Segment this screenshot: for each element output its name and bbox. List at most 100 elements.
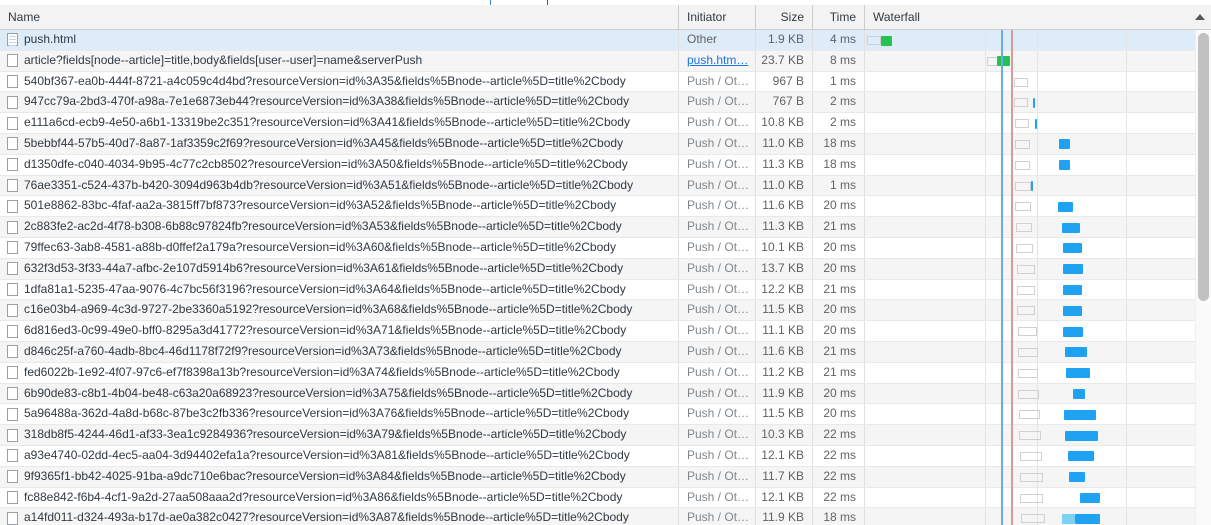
column-header-time[interactable]: Time: [813, 5, 865, 29]
cell-name[interactable]: 318db8f5-4244-46d1-af33-3ea1c9284936?res…: [0, 425, 679, 445]
cell-name[interactable]: a14fd011-d324-493a-b17d-ae0a382c0427?res…: [0, 508, 679, 525]
cell-waterfall[interactable]: [865, 362, 1211, 383]
cell-name[interactable]: fc88e842-f6b4-4cf1-9a2d-27aa508aaa2d?res…: [0, 487, 679, 508]
request-name-label: fc88e842-f6b4-4cf1-9a2d-27aa508aaa2d?res…: [24, 489, 623, 504]
cell-waterfall[interactable]: [865, 217, 1211, 237]
cell-waterfall[interactable]: [865, 279, 1211, 300]
cell-waterfall[interactable]: [865, 404, 1211, 425]
column-header-waterfall[interactable]: Waterfall: [865, 5, 1211, 29]
table-row[interactable]: e111a6cd-ecb9-4e50-a6b1-13319be2c351?res…: [0, 113, 1211, 134]
table-row[interactable]: d846c25f-a760-4adb-8bc4-46d1178f72f9?res…: [0, 341, 1211, 363]
cell-name[interactable]: 79ffec63-3ab8-4581-a88b-d0ffef2a179a?res…: [0, 237, 679, 258]
cell-waterfall[interactable]: [865, 445, 1211, 466]
cell-waterfall[interactable]: [865, 92, 1211, 113]
cell-name[interactable]: 501e8862-83bc-4faf-aa2a-3815ff7bf873?res…: [0, 196, 679, 217]
table-row[interactable]: 1dfa81a1-5235-47aa-9076-4c7bc56f3196?res…: [0, 279, 1211, 301]
table-row[interactable]: 540bf367-ea0b-444f-8721-a4c059c4d4bd?res…: [0, 71, 1211, 93]
table-row[interactable]: d1350dfe-c040-4034-9b95-4c77c2cb8502?res…: [0, 154, 1211, 176]
cell-name[interactable]: 1dfa81a1-5235-47aa-9076-4c7bc56f3196?res…: [0, 279, 679, 300]
cell-waterfall[interactable]: [865, 487, 1211, 508]
cell-waterfall[interactable]: [865, 425, 1211, 445]
cell-waterfall[interactable]: [865, 383, 1211, 404]
cell-waterfall[interactable]: [865, 50, 1211, 71]
cell-name[interactable]: article?fields[node--article]=title,body…: [0, 50, 679, 71]
cell-waterfall[interactable]: [865, 71, 1211, 92]
cell-waterfall[interactable]: [865, 133, 1211, 154]
table-row[interactable]: a14fd011-d324-493a-b17d-ae0a382c0427?res…: [0, 508, 1211, 525]
cell-time: 21 ms: [813, 279, 865, 300]
cell-name[interactable]: d1350dfe-c040-4034-9b95-4c77c2cb8502?res…: [0, 154, 679, 175]
blank-icon: [7, 199, 18, 213]
cell-name[interactable]: 5bebbf44-57b5-40d7-8a87-1af3359c2f69?res…: [0, 133, 679, 154]
table-row[interactable]: 318db8f5-4244-46d1-af33-3ea1c9284936?res…: [0, 425, 1211, 446]
cell-initiator: Push / Ot…: [679, 279, 756, 300]
table-row[interactable]: 5a96488a-362d-4a8d-b68c-87be3c2fb336?res…: [0, 404, 1211, 426]
column-header-name[interactable]: Name: [0, 5, 679, 29]
cell-name[interactable]: 6d816ed3-0c99-49e0-bff0-8295a3d41772?res…: [0, 321, 679, 341]
cell-waterfall[interactable]: [865, 321, 1211, 341]
cell-waterfall[interactable]: [865, 508, 1211, 525]
table-row[interactable]: push.html Other 1.9 KB 4 ms: [0, 30, 1211, 51]
network-request-table: Name Initiator Size Time Waterfall push.html…: [0, 5, 1211, 525]
cell-time: 8 ms: [813, 50, 865, 71]
blank-icon: [7, 303, 18, 317]
column-header-size[interactable]: Size: [756, 5, 813, 29]
cell-name[interactable]: d846c25f-a760-4adb-8bc4-46d1178f72f9?res…: [0, 341, 679, 362]
cell-waterfall[interactable]: [865, 30, 1211, 50]
cell-time: 21 ms: [813, 362, 865, 383]
cell-initiator: Push / Ot…: [679, 445, 756, 466]
table-row[interactable]: 947cc79a-2bd3-470f-a98a-7e1e6873eb44?res…: [0, 92, 1211, 114]
waterfall-download-segment: [1075, 513, 1100, 524]
waterfall-queue-segment: [1017, 285, 1035, 295]
table-row[interactable]: 5bebbf44-57b5-40d7-8a87-1af3359c2f69?res…: [0, 133, 1211, 155]
table-row[interactable]: c16e03b4-a969-4c3d-9727-2be3360a5192?res…: [0, 300, 1211, 322]
waterfall-download-segment: [1031, 181, 1033, 192]
column-header-initiator[interactable]: Initiator: [679, 5, 756, 29]
cell-name[interactable]: 540bf367-ea0b-444f-8721-a4c059c4d4bd?res…: [0, 71, 679, 92]
table-row[interactable]: 6d816ed3-0c99-49e0-bff0-8295a3d41772?res…: [0, 321, 1211, 342]
scrollbar-thumb[interactable]: [1198, 33, 1209, 301]
table-row[interactable]: fed6022b-1e92-4f07-97c6-ef7f8398a13b?res…: [0, 362, 1211, 384]
cell-name[interactable]: 947cc79a-2bd3-470f-a98a-7e1e6873eb44?res…: [0, 92, 679, 113]
cell-name[interactable]: c16e03b4-a969-4c3d-9727-2be3360a5192?res…: [0, 300, 679, 321]
table-row[interactable]: a93e4740-02dd-4ec5-aa04-3d94402efa1a?res…: [0, 445, 1211, 467]
cell-name[interactable]: a93e4740-02dd-4ec5-aa04-3d94402efa1a?res…: [0, 445, 679, 466]
cell-name[interactable]: 2c883fe2-ac2d-4f78-b308-6b88c97824fb?res…: [0, 217, 679, 237]
table-row[interactable]: 9f9365f1-bb42-4025-91ba-a9dc710e6bac?res…: [0, 466, 1211, 488]
cell-waterfall[interactable]: [865, 113, 1211, 133]
vertical-scrollbar[interactable]: [1195, 30, 1211, 525]
cell-name[interactable]: 76ae3351-c524-437b-b420-3094d963b4db?res…: [0, 175, 679, 196]
request-name-label: 540bf367-ea0b-444f-8721-a4c059c4d4bd?res…: [24, 73, 626, 88]
cell-name[interactable]: 9f9365f1-bb42-4025-91ba-a9dc710e6bac?res…: [0, 466, 679, 487]
cell-name[interactable]: 632f3d53-3f33-44a7-afbc-2e107d5914b6?res…: [0, 258, 679, 279]
cell-waterfall[interactable]: [865, 196, 1211, 217]
cell-waterfall[interactable]: [865, 341, 1211, 362]
table-row[interactable]: 6b90de83-c8b1-4b04-be48-c63a20a68923?res…: [0, 383, 1211, 405]
cell-waterfall[interactable]: [865, 466, 1211, 487]
cell-waterfall[interactable]: [865, 300, 1211, 321]
table-row[interactable]: fc88e842-f6b4-4cf1-9a2d-27aa508aaa2d?res…: [0, 487, 1211, 509]
blank-icon: [7, 366, 18, 380]
table-body[interactable]: push.html Other 1.9 KB 4 ms article?fields[n…: [0, 30, 1211, 525]
waterfall-gridline: [985, 50, 986, 71]
cell-waterfall[interactable]: [865, 237, 1211, 258]
cell-waterfall[interactable]: [865, 258, 1211, 279]
cell-name[interactable]: e111a6cd-ecb9-4e50-a6b1-13319be2c351?res…: [0, 113, 679, 133]
table-row[interactable]: 76ae3351-c524-437b-b420-3094d963b4db?res…: [0, 175, 1211, 197]
waterfall-queue-segment: [1019, 431, 1041, 441]
cell-name[interactable]: push.html: [0, 30, 679, 50]
cell-name[interactable]: fed6022b-1e92-4f07-97c6-ef7f8398a13b?res…: [0, 362, 679, 383]
table-row[interactable]: 2c883fe2-ac2d-4f78-b308-6b88c97824fb?res…: [0, 217, 1211, 238]
table-row[interactable]: 632f3d53-3f33-44a7-afbc-2e107d5914b6?res…: [0, 258, 1211, 280]
cell-waterfall[interactable]: [865, 175, 1211, 196]
table-row[interactable]: 501e8862-83bc-4faf-aa2a-3815ff7bf873?res…: [0, 196, 1211, 218]
cell-name[interactable]: 6b90de83-c8b1-4b04-be48-c63a20a68923?res…: [0, 383, 679, 404]
cell-initiator[interactable]: push.htm…: [679, 50, 756, 71]
table-row[interactable]: 79ffec63-3ab8-4581-a88b-d0ffef2a179a?res…: [0, 237, 1211, 259]
waterfall-gridline: [985, 113, 986, 133]
waterfall-gridline: [1126, 425, 1127, 445]
table-row[interactable]: article?fields[node--article]=title,body…: [0, 50, 1211, 72]
cell-name[interactable]: 5a96488a-362d-4a8d-b68c-87be3c2fb336?res…: [0, 404, 679, 425]
cell-waterfall[interactable]: [865, 154, 1211, 175]
document-icon: [7, 33, 18, 47]
